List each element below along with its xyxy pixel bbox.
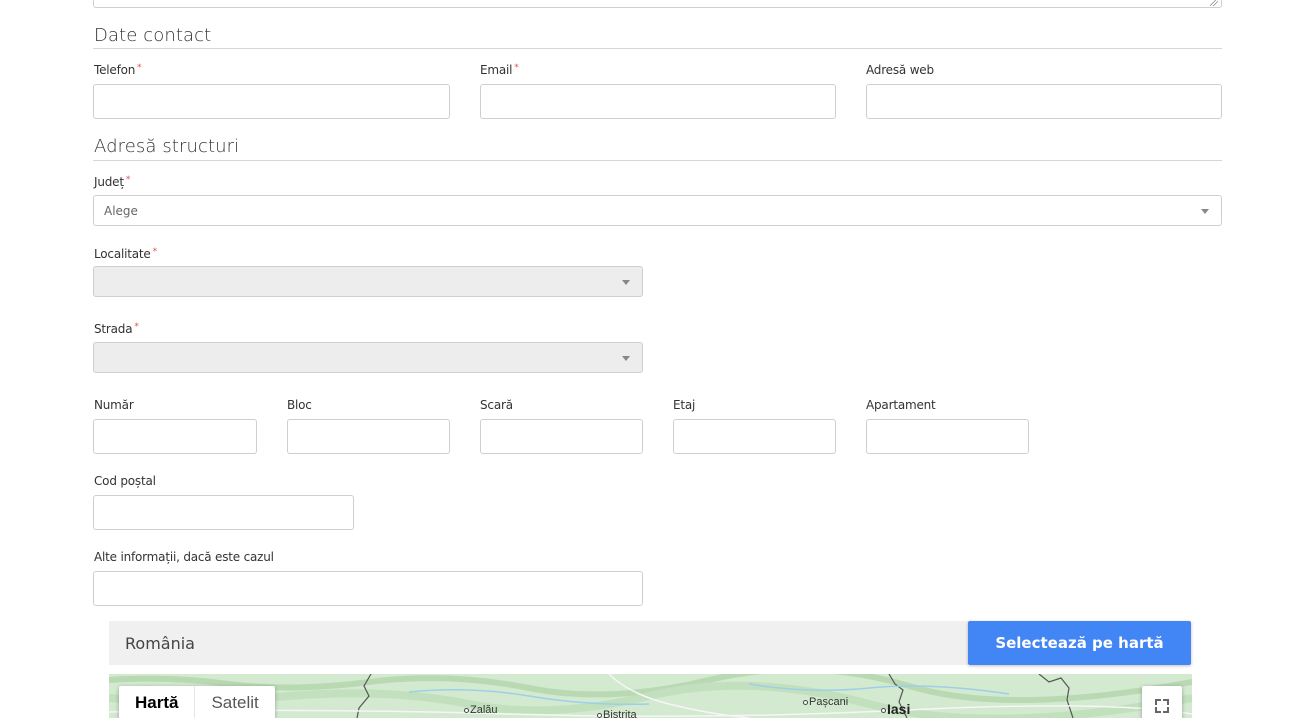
map-town-label: Pașcani xyxy=(803,696,848,708)
map-view[interactable]: Zalău Bistrita Pașcani Iasi Hartă Sateli… xyxy=(109,674,1192,718)
section-title-contact: Date contact xyxy=(94,25,212,46)
postal-code-input[interactable] xyxy=(93,495,354,530)
fullscreen-button[interactable] xyxy=(1142,686,1182,718)
resize-grip-icon[interactable] xyxy=(1210,0,1218,6)
floor-input[interactable] xyxy=(673,419,836,454)
section-title-address: Adresă structuri xyxy=(94,136,240,157)
web-label: Adresă web xyxy=(866,63,934,77)
description-textarea[interactable] xyxy=(93,0,1222,8)
number-label: Număr xyxy=(94,398,134,412)
email-label: Email * xyxy=(480,63,519,77)
map-town-label: Iasi xyxy=(881,701,910,717)
postal-code-label: Cod poștal xyxy=(94,474,156,488)
map-search-input[interactable]: România xyxy=(109,621,968,665)
county-select[interactable]: Alege xyxy=(93,195,1222,226)
apartment-input[interactable] xyxy=(866,419,1029,454)
county-label: Județ * xyxy=(94,175,131,189)
block-label: Bloc xyxy=(287,398,312,412)
email-input[interactable] xyxy=(480,84,836,119)
map-town-label: Zalău xyxy=(464,704,498,716)
street-label: Strada * xyxy=(94,322,139,336)
map-search-value: România xyxy=(125,633,195,653)
county-selected-value: Alege xyxy=(104,203,138,218)
block-input[interactable] xyxy=(287,419,450,454)
phone-label: Telefon * xyxy=(94,63,142,77)
chevron-down-icon xyxy=(622,279,630,285)
stair-input[interactable] xyxy=(480,419,643,454)
chevron-down-icon xyxy=(1201,208,1209,214)
map-type-map-button[interactable]: Hartă xyxy=(119,686,196,718)
number-input[interactable] xyxy=(93,419,257,454)
chevron-down-icon xyxy=(622,355,630,361)
apartment-label: Apartament xyxy=(866,398,936,412)
section-divider xyxy=(93,160,1222,161)
other-info-label: Alte informații, dacă este cazul xyxy=(94,550,274,564)
map-type-satellite-button[interactable]: Satelit xyxy=(195,686,274,718)
map-town-label: Bistrita xyxy=(597,709,637,718)
street-select[interactable] xyxy=(93,342,643,373)
locality-label: Localitate * xyxy=(94,247,157,261)
locality-select[interactable] xyxy=(93,266,643,297)
other-info-input[interactable] xyxy=(93,571,643,606)
web-input[interactable] xyxy=(866,84,1222,119)
section-divider xyxy=(93,48,1222,49)
stair-label: Scară xyxy=(480,398,513,412)
map-type-control: Hartă Satelit xyxy=(119,686,275,718)
phone-input[interactable] xyxy=(93,84,450,119)
floor-label: Etaj xyxy=(673,398,696,412)
select-on-map-button[interactable]: Selectează pe hartă xyxy=(968,621,1191,665)
